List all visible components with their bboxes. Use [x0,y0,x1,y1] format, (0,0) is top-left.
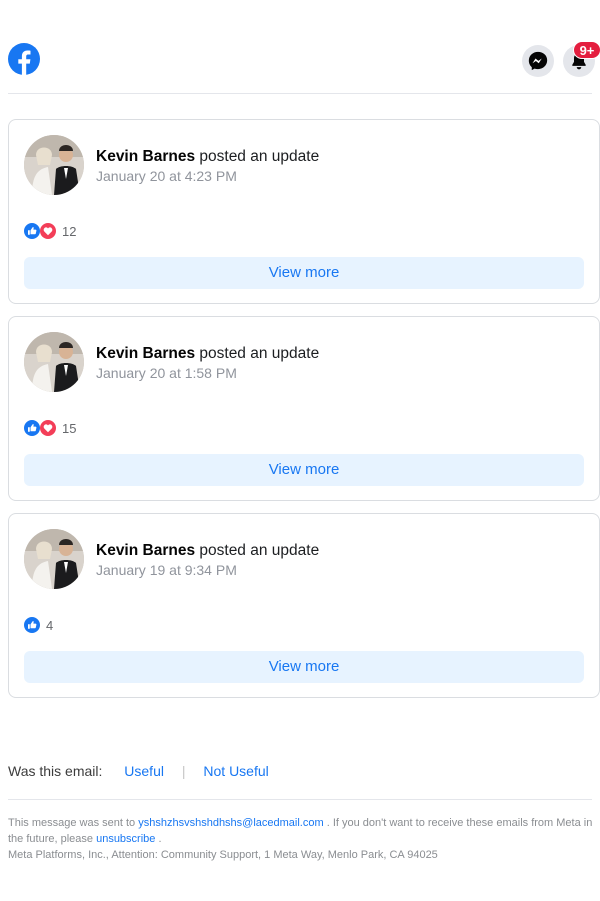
email-page: 9+ Kevin Barnes posted an update January… [0,0,600,901]
like-reaction-icon [24,617,40,633]
messenger-button[interactable] [522,45,554,77]
feedback-separator: | [181,763,186,779]
reactions-row[interactable]: 15 [24,420,76,436]
reaction-count: 15 [62,420,77,436]
recipient-email-link[interactable]: yshshzhsvshshdhshs@lacedmail.com [138,817,323,829]
like-reaction-icon [24,420,40,436]
feedback-row: Was this email: Useful | Not Useful [8,763,269,779]
reaction-count: 4 [46,617,54,633]
reactions-row[interactable]: 4 [24,617,53,633]
view-more-button[interactable]: View more [24,454,584,486]
not-useful-link[interactable]: Not Useful [203,763,268,779]
avatar[interactable] [24,529,84,589]
love-reaction-icon [40,223,56,239]
reactions-row[interactable]: 12 [24,223,76,239]
post-card: Kevin Barnes posted an update January 20… [8,119,600,304]
messenger-icon [528,51,548,71]
post-action: posted an update [199,148,320,165]
footer-divider [8,799,592,800]
author-name[interactable]: Kevin Barnes [96,148,195,165]
view-more-button[interactable]: View more [24,257,584,289]
email-footer: This message was sent to yshshzhsvshshdh… [8,815,600,863]
email-header: 9+ [8,0,600,94]
post-headline: Kevin Barnes posted an update [96,541,319,561]
facebook-logo-icon[interactable] [8,43,40,75]
post-timestamp: January 19 at 9:34 PM [96,562,237,578]
post-action: posted an update [199,542,320,559]
useful-link[interactable]: Useful [124,763,164,779]
avatar[interactable] [24,135,84,195]
post-headline: Kevin Barnes posted an update [96,344,319,364]
post-timestamp: January 20 at 4:23 PM [96,168,237,184]
author-name[interactable]: Kevin Barnes [96,542,195,559]
avatar[interactable] [24,332,84,392]
author-name[interactable]: Kevin Barnes [96,345,195,362]
post-headline: Kevin Barnes posted an update [96,147,319,167]
company-address: Meta Platforms, Inc., Attention: Communi… [8,849,438,861]
unsubscribe-link[interactable]: unsubscribe [96,833,155,845]
post-timestamp: January 20 at 1:58 PM [96,365,237,381]
view-more-button[interactable]: View more [24,651,584,683]
feedback-label: Was this email: [8,763,103,779]
love-reaction-icon [40,420,56,436]
notification-badge: 9+ [573,41,600,59]
post-action: posted an update [199,345,320,362]
reaction-count: 12 [62,223,77,239]
footer-period: . [158,833,162,845]
post-card: Kevin Barnes posted an update January 20… [8,316,600,501]
post-card: Kevin Barnes posted an update January 19… [8,513,600,698]
like-reaction-icon [24,223,40,239]
footer-sent-prefix: This message was sent to [8,817,136,829]
